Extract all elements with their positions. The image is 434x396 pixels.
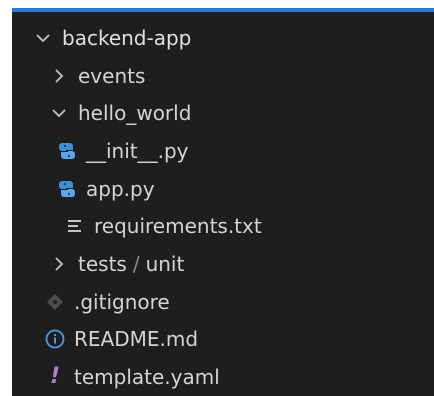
git-file-icon bbox=[44, 291, 66, 313]
tree-item-requirements-txt[interactable]: requirements.txt bbox=[12, 207, 434, 245]
chevron-down-icon bbox=[48, 102, 70, 124]
chevron-down-icon bbox=[32, 27, 54, 49]
tree-item-hello-world[interactable]: hello_world bbox=[12, 94, 434, 132]
tree-item-label: template.yaml bbox=[74, 365, 220, 389]
tree-item-gitignore[interactable]: .gitignore bbox=[12, 283, 434, 321]
python-file-icon bbox=[56, 140, 78, 162]
tree-item-tests-unit[interactable]: tests / unit bbox=[12, 245, 434, 283]
tree-item-readme-md[interactable]: README.md bbox=[12, 320, 434, 358]
tree-item-label: README.md bbox=[74, 327, 199, 351]
folder-segment-tests: tests bbox=[78, 252, 127, 276]
tree-item-events[interactable]: events bbox=[12, 57, 434, 95]
tree-item-init-py[interactable]: __init__.py bbox=[12, 132, 434, 170]
path-separator: / bbox=[132, 252, 140, 276]
tree-item-backend-app[interactable]: backend-app bbox=[12, 19, 434, 57]
python-file-icon bbox=[56, 178, 78, 200]
tree-item-label: app.py bbox=[86, 177, 155, 201]
info-icon bbox=[44, 328, 66, 350]
chevron-right-icon bbox=[48, 65, 70, 87]
file-explorer: backend-app events hello_world __init__.… bbox=[12, 8, 434, 396]
tree-item-label: requirements.txt bbox=[94, 214, 262, 238]
tree-item-label: backend-app bbox=[62, 26, 192, 50]
tree-item-label: hello_world bbox=[78, 101, 192, 125]
tree-item-template-yaml[interactable]: ! template.yaml bbox=[12, 358, 434, 396]
tree-item-label: .gitignore bbox=[74, 290, 170, 314]
text-file-icon bbox=[64, 215, 86, 237]
tree-item-label: events bbox=[78, 64, 146, 88]
tree-item-label: __init__.py bbox=[86, 139, 189, 163]
yaml-exclamation-icon: ! bbox=[49, 364, 61, 389]
tree-item-app-py[interactable]: app.py bbox=[12, 170, 434, 208]
tree-item-label: tests / unit bbox=[78, 254, 184, 274]
folder-segment-unit: unit bbox=[145, 252, 185, 276]
chevron-right-icon bbox=[48, 253, 70, 275]
focus-border bbox=[12, 8, 434, 12]
